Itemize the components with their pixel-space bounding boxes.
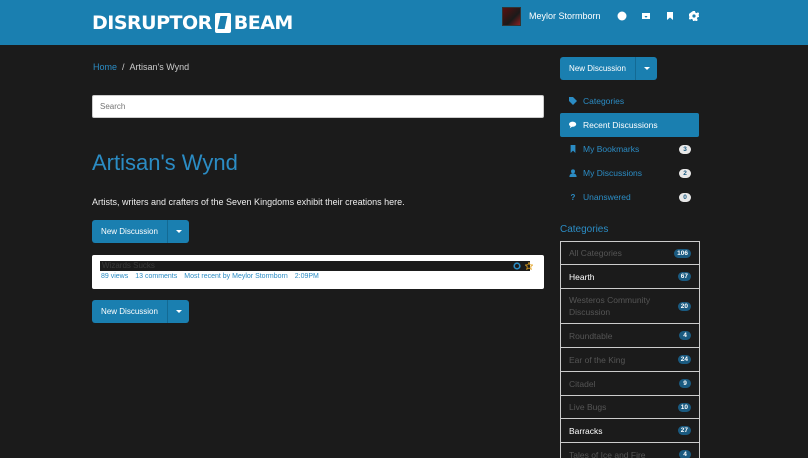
category-label: Citadel (569, 378, 596, 389)
tag-icon (568, 97, 578, 105)
sidebar-new-discussion-dropdown-toggle[interactable] (636, 57, 657, 80)
category-item-roundtable[interactable]: Roundtable 4 (561, 324, 699, 348)
inbox-icon[interactable] (640, 10, 652, 22)
category-count-badge: 10 (677, 402, 691, 412)
breadcrumb-separator: / (122, 62, 125, 72)
discussion-last-author[interactable]: Most recent by Meylor Stormborn (184, 273, 287, 280)
category-item-live-bugs[interactable]: Live Bugs 10 (561, 396, 699, 419)
new-discussion-split-button-bottom: New Discussion (92, 300, 189, 323)
category-item-hearth[interactable]: Hearth 67 (561, 265, 699, 289)
logo-text-left: DISRUPTOR (92, 12, 212, 34)
category-count-badge: 9 (679, 379, 691, 388)
category-list: All Categories 106 Hearth 67 Westeros Co… (560, 241, 700, 458)
user-menu[interactable]: Meylor Stormborn (502, 6, 601, 26)
breadcrumb-home-link[interactable]: Home (93, 62, 117, 72)
category-label: Tales of Ice and Fire (569, 449, 646, 458)
sidebar-item-recent-discussions[interactable]: Recent Discussions (560, 113, 699, 137)
category-count-badge: 27 (677, 426, 691, 435)
category-count-badge: 4 (679, 450, 691, 458)
sidebar-nav: Categories Recent Discussions My Bookmar… (560, 89, 699, 209)
bookmark-icon (568, 145, 578, 153)
category-count-badge: 20 (677, 301, 691, 311)
discussion-title[interactable]: Wizards Sucks (100, 261, 530, 271)
category-label: All Categories (569, 248, 622, 258)
sidebar-item-label: Unanswered (583, 192, 631, 202)
category-item-westeros-community-discussion[interactable]: Westeros Community Discussion 20 (561, 289, 699, 324)
category-item-citadel[interactable]: Citadel 9 (561, 372, 699, 396)
globe-icon[interactable] (616, 10, 628, 22)
bookmark-star-icon[interactable] (524, 261, 533, 270)
breadcrumb-current: Artisan's Wynd (129, 62, 190, 72)
category-label: Westeros Community Discussion (569, 295, 651, 317)
unanswered-count-badge: 0 (679, 192, 691, 202)
new-discussion-button[interactable]: New Discussion (92, 220, 168, 243)
top-bar: DISRUPTOR BEAM Meylor Stormborn (0, 0, 808, 45)
category-count-badge: 106 (674, 248, 691, 258)
options-gear-icon[interactable] (512, 261, 521, 270)
category-label: Live Bugs (569, 402, 607, 412)
search-input[interactable] (92, 95, 544, 118)
category-item-barracks[interactable]: Barracks 27 (561, 419, 699, 443)
page-title: Artisan's Wynd (92, 150, 238, 175)
discussions-count-badge: 2 (679, 168, 691, 178)
gear-icon[interactable] (688, 10, 700, 22)
category-description: Artists, writers and crafters of the Sev… (92, 197, 405, 207)
category-label: Roundtable (569, 330, 613, 341)
categories-heading: Categories (560, 224, 609, 235)
category-count-badge: 67 (677, 272, 691, 281)
discussion-comments[interactable]: 13 comments (135, 273, 177, 280)
disruptor-beam-logo[interactable]: DISRUPTOR BEAM (92, 9, 293, 37)
breadcrumb: Home / Artisan's Wynd (93, 62, 189, 72)
category-label: Ear of the King (569, 354, 626, 365)
chevron-down-icon (643, 67, 650, 70)
chevron-down-icon (175, 230, 182, 233)
sidebar-item-categories[interactable]: Categories (560, 89, 699, 113)
sidebar-item-my-discussions[interactable]: My Discussions 2 (560, 161, 699, 185)
comments-icon (568, 121, 578, 129)
category-item-ear-of-the-king[interactable]: Ear of the King 24 (561, 348, 699, 372)
avatar[interactable] (502, 6, 521, 26)
discussion-time: 2:09PM (294, 273, 319, 280)
category-label: Barracks (569, 425, 603, 436)
new-discussion-dropdown-toggle[interactable] (168, 220, 189, 243)
logo-mark-icon (214, 13, 231, 33)
user-icon (568, 169, 578, 177)
question-icon: ? (570, 192, 576, 202)
discussion-item[interactable]: Wizards Sucks 89 views 13 comments Most … (92, 255, 544, 289)
sidebar-item-label: Recent Discussions (583, 120, 658, 130)
category-count-badge: 4 (679, 331, 691, 340)
sidebar-item-label: My Discussions (583, 168, 643, 178)
bookmark-icon[interactable] (664, 10, 676, 22)
category-item-tales-of-ice-and-fire[interactable]: Tales of Ice and Fire 4 (561, 443, 699, 458)
sidebar-item-label: Categories (583, 96, 625, 106)
new-discussion-button-bottom[interactable]: New Discussion (92, 300, 168, 323)
sidebar-item-label: My Bookmarks (583, 144, 640, 154)
sidebar-new-discussion-split-button: New Discussion (560, 57, 657, 80)
chevron-down-icon (175, 310, 182, 313)
discussion-meta: 89 views 13 comments Most recent by Meyl… (101, 273, 326, 280)
sidebar-item-unanswered[interactable]: ? Unanswered 0 (560, 185, 699, 209)
new-discussion-dropdown-toggle-bottom[interactable] (168, 300, 189, 323)
bookmarks-count-badge: 3 (679, 144, 691, 154)
sidebar-item-my-bookmarks[interactable]: My Bookmarks 3 (560, 137, 699, 161)
discussion-views: 89 views (101, 273, 129, 280)
new-discussion-split-button: New Discussion (92, 220, 189, 243)
logo-text-right: BEAM (233, 12, 294, 34)
category-item-all[interactable]: All Categories 106 (561, 242, 699, 265)
sidebar-new-discussion-button[interactable]: New Discussion (560, 57, 636, 80)
category-count-badge: 24 (677, 355, 691, 364)
username[interactable]: Meylor Stormborn (529, 11, 601, 21)
category-label: Hearth (569, 271, 595, 282)
